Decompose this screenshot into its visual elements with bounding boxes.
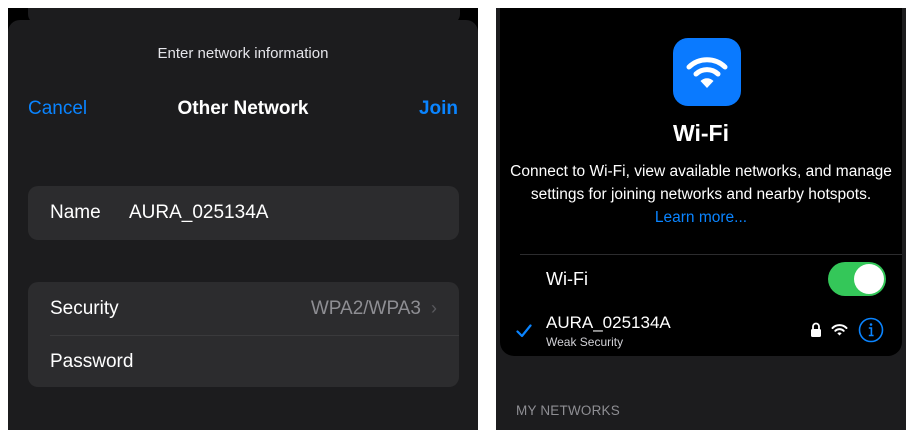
wifi-settings-screen: Wi-Fi Connect to Wi-Fi, view available n… xyxy=(496,8,906,430)
wifi-toggle-label: Wi-Fi xyxy=(546,269,588,289)
other-network-screen: Enter network information Cancel Other N… xyxy=(8,8,478,430)
security-row[interactable]: Security WPA2/WPA3 › xyxy=(28,282,459,335)
lock-icon xyxy=(811,322,821,337)
wifi-toggle[interactable] xyxy=(828,262,886,296)
password-label: Password xyxy=(50,350,134,372)
wifi-card: Wi-Fi Connect to Wi-Fi, view available n… xyxy=(500,8,902,356)
wifi-signal-icon xyxy=(831,324,848,336)
divider xyxy=(520,254,902,255)
join-button[interactable]: Join xyxy=(419,98,458,120)
wifi-description-text: Connect to Wi-Fi, view available network… xyxy=(510,163,892,203)
name-label: Name xyxy=(50,202,101,223)
sheet-title: Other Network xyxy=(177,98,309,119)
wifi-heading: Wi-Fi xyxy=(673,120,729,146)
network-security-note: Weak Security xyxy=(546,335,624,349)
other-network-sheet: Enter network information Cancel Other N… xyxy=(8,20,478,430)
security-label: Security xyxy=(50,297,119,319)
sheet-prompt: Enter network information xyxy=(157,45,329,62)
toggle-knob xyxy=(854,264,884,294)
password-field[interactable]: Password xyxy=(28,335,459,387)
wifi-icon xyxy=(686,57,728,88)
chevron-right-icon: › xyxy=(431,298,437,318)
info-icon[interactable] xyxy=(858,317,884,343)
security-value: WPA2/WPA3 xyxy=(310,297,421,319)
wifi-app-icon xyxy=(673,38,741,106)
name-group: Name AURA_025134A xyxy=(28,186,459,240)
my-networks-header: MY NETWORKS xyxy=(516,403,620,418)
learn-more-link[interactable]: Learn more... xyxy=(655,209,747,226)
name-input[interactable]: AURA_025134A xyxy=(129,202,268,224)
checkmark-icon xyxy=(516,324,532,338)
security-group: Security WPA2/WPA3 › Password xyxy=(28,282,459,387)
wifi-description: Connect to Wi-Fi, view available network… xyxy=(510,160,892,229)
name-field[interactable]: Name AURA_025134A xyxy=(28,186,459,240)
network-name[interactable]: AURA_025134A xyxy=(546,313,671,333)
